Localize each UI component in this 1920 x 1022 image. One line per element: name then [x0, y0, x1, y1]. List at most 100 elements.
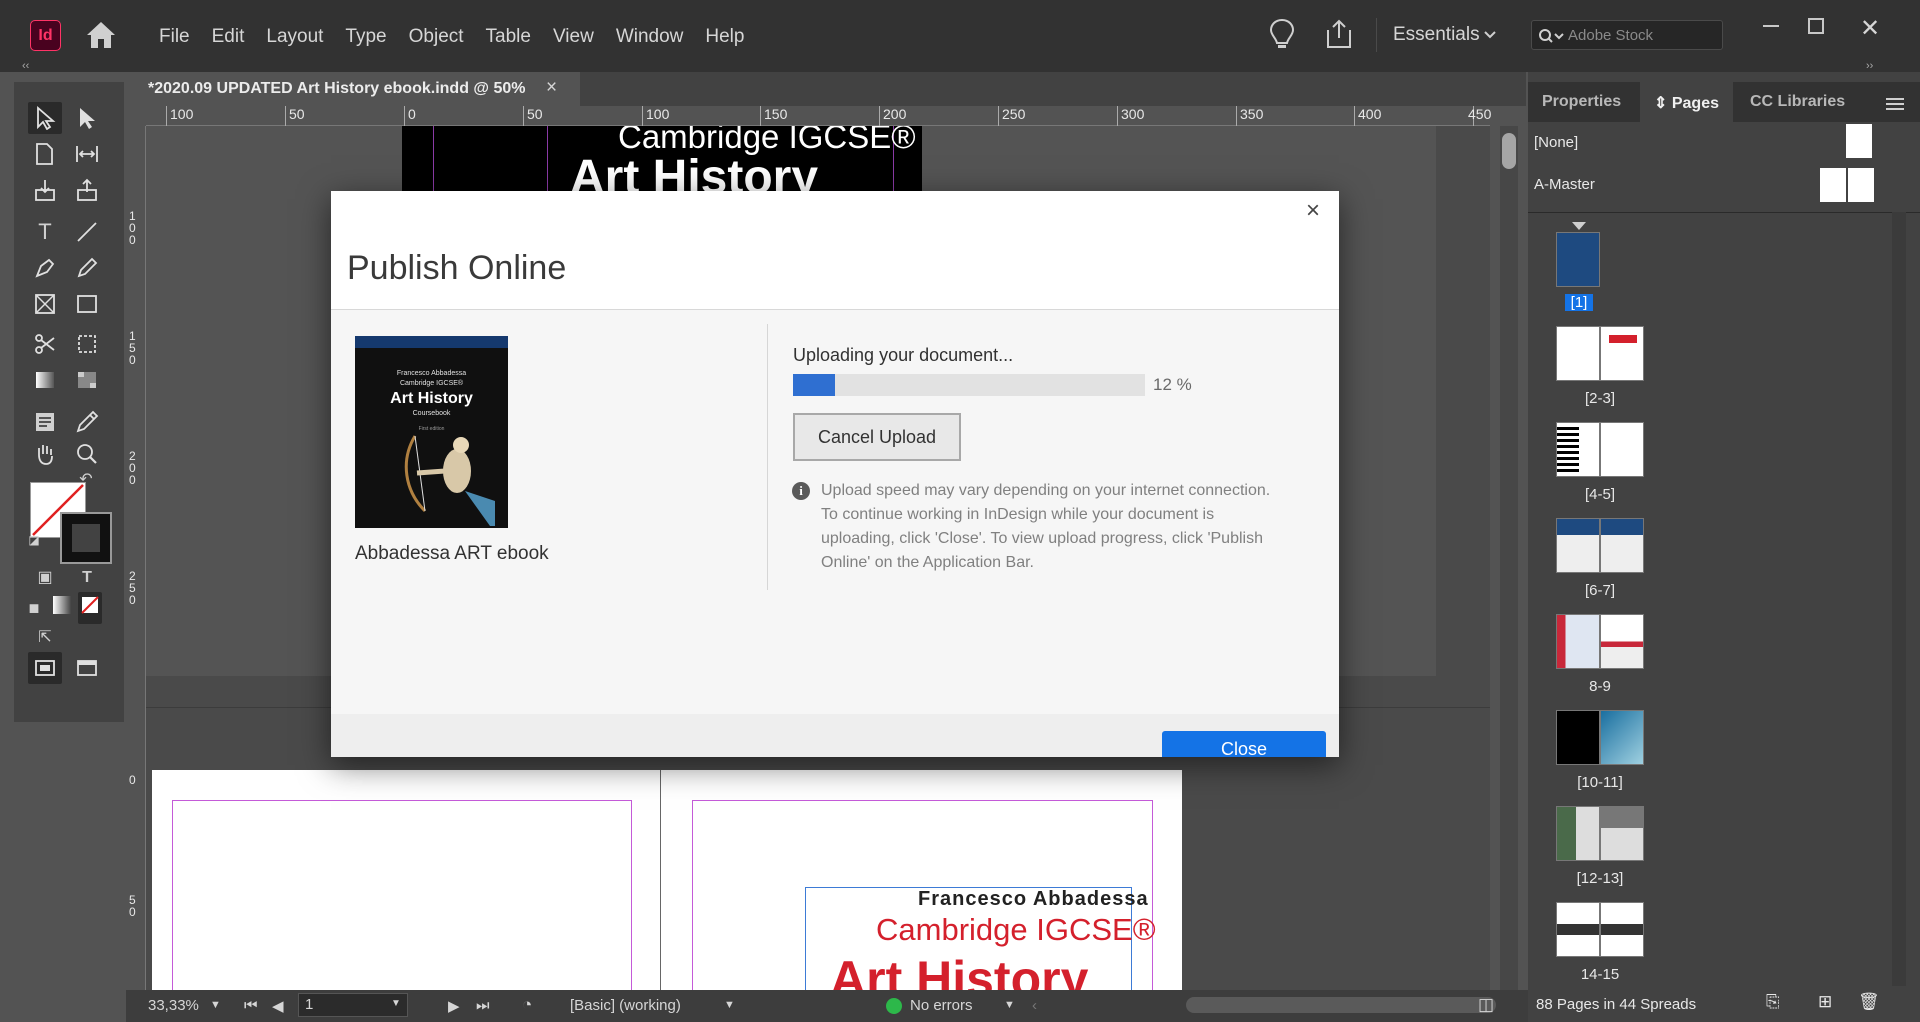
preflight-status[interactable]: No errors [910, 997, 973, 1014]
formatting-container-icon[interactable]: ▣ [28, 562, 62, 594]
type-tool-icon[interactable]: T [28, 216, 62, 248]
workspace-switcher[interactable]: Essentials [1393, 24, 1480, 46]
prev-page-icon[interactable]: ◀ [272, 997, 284, 1015]
page-thumbnail-8[interactable] [1556, 614, 1600, 669]
master-a[interactable]: A-Master [1534, 176, 1595, 193]
chevron-down-icon[interactable] [1483, 30, 1497, 40]
cancel-upload-button[interactable]: Cancel Upload [793, 413, 961, 461]
swap-colors-icon[interactable]: ↶ [76, 470, 96, 490]
page-number-field[interactable]: 1 ▼ [298, 993, 408, 1017]
master-none-thumbnail[interactable] [1846, 124, 1872, 158]
minimize-icon[interactable] [1763, 24, 1779, 28]
new-page-icon[interactable]: ⊞ [1818, 992, 1832, 1012]
page-thumbnail-5[interactable] [1600, 422, 1644, 477]
menu-file[interactable]: File [148, 22, 201, 52]
page-thumbnail-3[interactable] [1600, 326, 1644, 381]
page-thumbnail-9[interactable] [1600, 614, 1644, 669]
last-page-icon[interactable]: ⏭ [476, 997, 490, 1014]
vertical-scrollbar[interactable] [1500, 126, 1518, 990]
close-window-icon[interactable]: ✕ [1860, 14, 1880, 43]
lightbulb-icon[interactable] [1268, 18, 1296, 52]
page-thumbnail-2[interactable] [1556, 326, 1600, 381]
ruler-origin[interactable] [126, 106, 146, 126]
edit-page-size-icon[interactable]: ⎘ [1766, 992, 1780, 1012]
apply-color-icon[interactable]: ■ [22, 592, 46, 624]
page-label[interactable]: [12-13] [1560, 870, 1640, 887]
default-colors-icon[interactable]: ◪ [24, 530, 44, 550]
page-thumbnail-6[interactable] [1556, 518, 1600, 573]
page-label[interactable]: [10-11] [1560, 774, 1640, 791]
tab-properties[interactable]: Properties [1528, 82, 1635, 122]
share-icon[interactable] [1325, 18, 1353, 50]
page-thumbnail-14[interactable] [1556, 902, 1600, 957]
page-thumbnail-11[interactable] [1600, 710, 1644, 765]
apply-gradient-icon[interactable] [50, 592, 74, 624]
layout-adjust-icon[interactable]: ⇱ [28, 622, 62, 654]
master-status[interactable]: [Basic] (working) [570, 997, 681, 1014]
page-thumbnail-10[interactable] [1556, 710, 1600, 765]
page-thumbnail-15[interactable] [1600, 902, 1644, 957]
screen-mode-icon[interactable] [70, 652, 104, 684]
zoom-tool-icon[interactable] [70, 438, 104, 470]
pages-scrollbar[interactable] [1892, 212, 1906, 1002]
close-icon[interactable]: × [1306, 197, 1320, 225]
chevron-down-icon[interactable]: ▼ [1004, 999, 1015, 1011]
document-tab[interactable]: *2020.09 UPDATED Art History ebook.indd … [126, 72, 580, 106]
zoom-level[interactable]: 33,33% [148, 997, 199, 1014]
note-tool-icon[interactable] [28, 406, 62, 438]
gap-tool-icon[interactable] [70, 138, 104, 170]
apply-none-icon[interactable] [78, 592, 102, 624]
normal-mode-icon[interactable] [28, 652, 62, 684]
eyedropper-tool-icon[interactable] [70, 406, 104, 438]
scissors-tool-icon[interactable] [28, 328, 62, 360]
delete-page-icon[interactable]: 🗑 [1858, 992, 1880, 1012]
gradient-swatch-tool-icon[interactable] [28, 364, 62, 396]
split-view-icon[interactable]: ◫ [1478, 995, 1494, 1015]
home-icon[interactable] [85, 20, 117, 50]
line-tool-icon[interactable] [70, 216, 104, 248]
close-button[interactable]: Close [1162, 731, 1326, 757]
collapse-tools-icon[interactable]: ‹‹ [22, 60, 29, 72]
chevron-down-icon[interactable]: ▼ [391, 998, 401, 1009]
gradient-feather-tool-icon[interactable] [70, 364, 104, 396]
first-page-icon[interactable]: ⏮ [244, 997, 258, 1014]
chevron-down-icon[interactable]: ▼ [724, 999, 735, 1011]
scroll-left-icon[interactable]: ‹ [1032, 997, 1037, 1014]
content-collector-icon[interactable] [28, 174, 62, 206]
page-label[interactable]: 8-9 [1560, 678, 1640, 695]
page-thumbnail-4[interactable] [1556, 422, 1600, 477]
menu-edit[interactable]: Edit [201, 22, 256, 52]
maximize-icon[interactable] [1808, 18, 1824, 34]
menu-table[interactable]: Table [475, 22, 542, 52]
page-thumbnail-12[interactable] [1556, 806, 1600, 861]
menu-window[interactable]: Window [605, 22, 695, 52]
stroke-swatch[interactable] [60, 512, 112, 564]
menu-view[interactable]: View [542, 22, 605, 52]
master-none[interactable]: [None] [1534, 134, 1578, 151]
scrollbar-thumb[interactable] [1502, 133, 1516, 169]
selection-tool-icon[interactable] [28, 102, 62, 134]
hand-tool-icon[interactable] [28, 438, 62, 470]
open-document-icon[interactable]: ◔ [522, 995, 532, 1015]
free-transform-tool-icon[interactable] [70, 328, 104, 360]
master-a-right-thumbnail[interactable] [1848, 168, 1874, 202]
menu-layout[interactable]: Layout [255, 22, 334, 52]
menu-help[interactable]: Help [694, 22, 755, 52]
page-thumbnail-1[interactable] [1556, 232, 1600, 287]
horizontal-scrollbar[interactable] [1186, 997, 1496, 1013]
page-label[interactable]: [2-3] [1560, 390, 1640, 407]
menu-object[interactable]: Object [398, 22, 475, 52]
page-label[interactable]: [6-7] [1560, 582, 1640, 599]
menu-type[interactable]: Type [334, 22, 397, 52]
page-label[interactable]: [4-5] [1560, 486, 1640, 503]
tab-cc-libraries[interactable]: CC Libraries [1736, 82, 1859, 122]
close-tab-icon[interactable]: × [546, 77, 557, 99]
collapse-panels-icon[interactable]: ›› [1866, 60, 1873, 72]
direct-selection-tool-icon[interactable] [70, 102, 104, 134]
page-label[interactable]: [1] [1565, 294, 1593, 311]
content-placer-icon[interactable] [70, 174, 104, 206]
master-a-left-thumbnail[interactable] [1820, 168, 1846, 202]
pencil-tool-icon[interactable] [70, 252, 104, 284]
panel-menu-icon[interactable] [1886, 98, 1904, 110]
page-tool-icon[interactable] [28, 138, 62, 170]
